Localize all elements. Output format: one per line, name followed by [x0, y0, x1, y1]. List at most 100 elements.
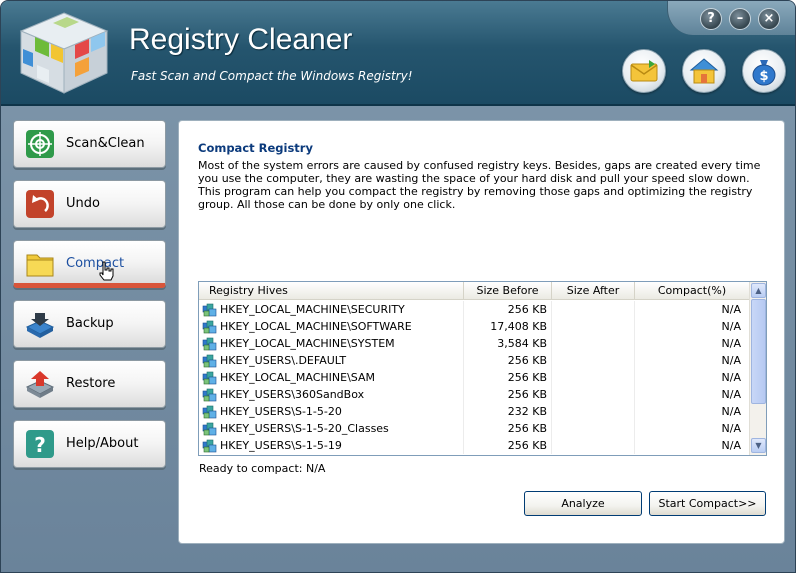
app-title: Registry Cleaner — [129, 23, 353, 56]
size-before-cell: 256 KB — [464, 437, 552, 454]
compact-percent-cell: N/A — [635, 420, 750, 437]
hive-name: HKEY_USERS\360SandBox — [220, 388, 365, 401]
list-header: Registry Hives Size Before Size After Co… — [199, 282, 750, 300]
hive-cell: HKEY_USERS\S-1-5-20 — [199, 403, 464, 420]
table-row[interactable]: HKEY_LOCAL_MACHINE\SECURITY 256 KB N/A — [199, 301, 750, 318]
size-after-cell — [552, 369, 635, 386]
registry-key-icon — [202, 354, 217, 367]
registry-key-icon — [202, 405, 217, 418]
envelope-icon — [630, 60, 658, 82]
hive-cell: HKEY_USERS\.DEFAULT — [199, 352, 464, 369]
table-row[interactable]: HKEY_USERS\S-1-5-20 232 KB N/A — [199, 403, 750, 420]
panel-title: Compact Registry — [198, 141, 313, 155]
undo-arrow-icon — [26, 190, 54, 218]
compact-percent-cell: N/A — [635, 437, 750, 454]
restore-tray-icon — [25, 371, 55, 398]
column-header-compact-percent[interactable]: Compact(%) — [635, 282, 750, 300]
table-row[interactable]: HKEY_USERS\S-1-5-20_Classes 256 KB N/A — [199, 420, 750, 437]
target-icon — [26, 130, 54, 158]
compact-percent-cell: N/A — [635, 352, 750, 369]
column-header-size-after[interactable]: Size After — [552, 282, 635, 300]
table-row[interactable]: HKEY_USERS\.DEFAULT 256 KB N/A — [199, 352, 750, 369]
window-controls: ? – × — [667, 1, 795, 35]
size-before-cell: 17,408 KB — [464, 318, 552, 335]
vertical-scrollbar[interactable]: ▲ ▼ — [749, 282, 766, 455]
sidebar-item-label: Backup — [66, 316, 114, 331]
size-after-cell — [552, 403, 635, 420]
sidebar-item-compact[interactable]: Compact — [13, 240, 166, 288]
backup-tray-icon — [25, 313, 55, 338]
size-after-cell — [552, 335, 635, 352]
sidebar-item-label: Compact — [66, 256, 125, 271]
hand-cursor-icon — [99, 261, 114, 281]
column-header-registry-hives[interactable]: Registry Hives — [199, 282, 464, 300]
registry-key-icon — [202, 439, 217, 452]
sidebar-item-label: Undo — [66, 196, 100, 211]
scroll-thumb[interactable] — [751, 299, 766, 404]
registry-key-icon — [202, 422, 217, 435]
compact-panel: Compact Registry Most of the system erro… — [178, 120, 785, 544]
size-before-cell: 232 KB — [464, 403, 552, 420]
hive-name: HKEY_LOCAL_MACHINE\SYSTEM — [220, 337, 395, 350]
hive-cell: HKEY_LOCAL_MACHINE\SOFTWARE — [199, 318, 464, 335]
registry-hives-list[interactable]: Registry Hives Size Before Size After Co… — [198, 281, 767, 456]
app-subtitle: Fast Scan and Compact the Windows Regist… — [131, 69, 413, 83]
sidebar-item-label: Help/About — [66, 436, 139, 451]
scroll-down-button[interactable]: ▼ — [751, 438, 766, 453]
mail-button[interactable] — [622, 49, 666, 93]
hive-cell: HKEY_LOCAL_MACHINE\SECURITY — [199, 301, 464, 318]
folder-icon — [26, 254, 54, 277]
registry-key-icon — [202, 388, 217, 401]
hive-name: HKEY_USERS\S-1-5-19 — [220, 439, 342, 452]
sidebar-item-backup[interactable]: Backup — [13, 300, 166, 348]
hive-name: HKEY_USERS\S-1-5-20_Classes — [220, 422, 389, 435]
cube-logo-icon — [19, 12, 109, 94]
svg-text:?: ? — [34, 433, 46, 457]
column-header-size-before[interactable]: Size Before — [464, 282, 552, 300]
purchase-button[interactable]: $ — [742, 49, 786, 93]
compact-percent-cell: N/A — [635, 369, 750, 386]
hive-name: HKEY_USERS\.DEFAULT — [220, 354, 347, 367]
scroll-up-button[interactable]: ▲ — [751, 283, 766, 298]
table-row[interactable]: HKEY_LOCAL_MACHINE\SOFTWARE 17,408 KB N/A — [199, 318, 750, 335]
status-text: Ready to compact: N/A — [199, 462, 326, 475]
compact-percent-cell: N/A — [635, 386, 750, 403]
size-before-cell: 256 KB — [464, 352, 552, 369]
sidebar-item-undo[interactable]: Undo — [13, 180, 166, 228]
hive-cell: HKEY_LOCAL_MACHINE\SYSTEM — [199, 335, 464, 352]
table-row[interactable]: HKEY_LOCAL_MACHINE\SAM 256 KB N/A — [199, 369, 750, 386]
analyze-button[interactable]: Analyze — [524, 491, 642, 516]
sidebar-item-help-about[interactable]: ? Help/About — [13, 420, 166, 468]
size-before-cell: 256 KB — [464, 386, 552, 403]
hive-cell: HKEY_USERS\360SandBox — [199, 386, 464, 403]
registry-key-icon — [202, 337, 217, 350]
hive-name: HKEY_LOCAL_MACHINE\SECURITY — [220, 303, 405, 316]
compact-percent-cell: N/A — [635, 318, 750, 335]
table-row[interactable]: HKEY_USERS\360SandBox 256 KB N/A — [199, 386, 750, 403]
hive-cell: HKEY_LOCAL_MACHINE\SAM — [199, 369, 464, 386]
question-icon: ? — [26, 430, 54, 458]
help-window-button[interactable]: ? — [700, 8, 722, 30]
registry-key-icon — [202, 371, 217, 384]
sidebar-item-label: Scan&Clean — [66, 136, 145, 151]
hive-name: HKEY_USERS\S-1-5-20 — [220, 405, 342, 418]
compact-percent-cell: N/A — [635, 335, 750, 352]
hive-name: HKEY_LOCAL_MACHINE\SOFTWARE — [220, 320, 412, 333]
size-before-cell: 256 KB — [464, 369, 552, 386]
size-after-cell — [552, 301, 635, 318]
svg-text:$: $ — [759, 69, 768, 84]
close-window-button[interactable]: × — [758, 8, 780, 30]
table-row[interactable]: HKEY_LOCAL_MACHINE\SYSTEM 3,584 KB N/A — [199, 335, 750, 352]
size-before-cell: 3,584 KB — [464, 335, 552, 352]
registry-key-icon — [202, 303, 217, 316]
hive-cell: HKEY_USERS\S-1-5-20_Classes — [199, 420, 464, 437]
size-after-cell — [552, 318, 635, 335]
table-row[interactable]: HKEY_USERS\S-1-5-19 256 KB N/A — [199, 437, 750, 454]
sidebar-item-restore[interactable]: Restore — [13, 360, 166, 408]
home-button[interactable] — [682, 49, 726, 93]
panel-description: Most of the system errors are caused by … — [198, 159, 761, 211]
header-banner: Registry Cleaner Fast Scan and Compact t… — [1, 1, 795, 106]
minimize-window-button[interactable]: – — [729, 8, 751, 30]
sidebar-item-scan-clean[interactable]: Scan&Clean — [13, 120, 166, 168]
start-compact-button[interactable]: Start Compact>> — [649, 491, 766, 516]
